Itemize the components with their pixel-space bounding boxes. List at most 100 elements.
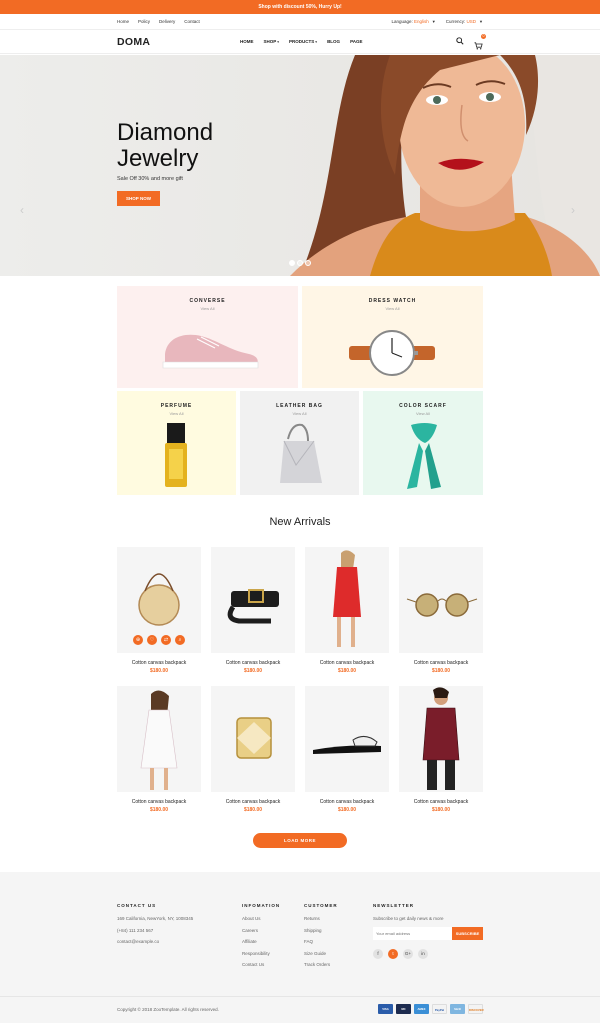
footer-link[interactable]: Returns [304,916,338,928]
contact-phone: (+84) 111 234 567 [117,927,154,933]
top-link-contact[interactable]: Contact [184,14,200,30]
main-nav: HOME SHOP▾ PRODUCTS▾ BLOG PAGE [240,30,362,54]
category-view-all-link[interactable]: View All [363,411,483,416]
category-title: CONVERSE [189,298,226,304]
copyright: Copyright © 2018 ZooTemplate. All rights… [117,1007,219,1012]
product-name[interactable]: Cotton canvas backpack [211,799,295,805]
category-view-all-link[interactable]: View All [117,411,236,416]
hero-title-line2: Jewelry [117,145,199,172]
footer-link[interactable]: Affiliate [242,939,280,951]
category-perfume[interactable]: PERFUME View All [117,391,236,495]
twitter-icon[interactable]: t [388,949,398,959]
product-image[interactable]: ⊕ ♡ ⇄ ⌕ [117,547,201,653]
social-links: f t G+ in [373,949,483,959]
subscribe-button[interactable]: SUBSCRIBE [452,927,483,940]
footer-customer: CUSTOMER Returns Shipping FAQ Size Guide… [304,903,338,974]
shop-now-button[interactable]: SHOP NOW [117,191,160,206]
product-price: $180.00 [149,807,169,813]
new-arrivals-title: New Arrivals [269,516,331,528]
product-name[interactable]: Cotton canvas backpack [117,660,201,666]
facebook-icon[interactable]: f [373,949,383,959]
load-more-button[interactable]: LOAD MORE [253,833,347,848]
footer: CONTACT US 169 California, NewYork, NY, … [0,872,600,1023]
footer-contact-title: CONTACT US [117,903,157,908]
product-image[interactable] [399,547,483,653]
currency-label: Currency: [445,19,466,24]
footer-link[interactable]: Careers [242,928,280,940]
nav-blog[interactable]: BLOG [327,30,340,54]
product-name[interactable]: Cotton canvas backpack [305,660,389,666]
search-icon[interactable] [456,37,464,45]
footer-link[interactable]: Track Orders [304,962,338,974]
footer-link[interactable]: About Us [242,916,280,928]
category-converse[interactable]: CONVERSE View All [117,286,298,388]
logo[interactable]: DOMA [117,36,150,48]
category-color-scarf[interactable]: COLOR SCARF View All [363,391,483,495]
top-link-home[interactable]: Home [117,14,129,30]
footer-customer-title: CUSTOMER [304,903,338,908]
top-link-policy[interactable]: Policy [138,14,150,30]
footer-information-title: INFOMATION [242,903,281,908]
nav-products-label: PRODUCTS [289,39,315,44]
category-view-all-link[interactable]: View All [117,306,298,311]
footer-link[interactable]: Shipping [304,928,338,940]
category-title: PERFUME [160,403,193,409]
product-name[interactable]: Cotton canvas backpack [117,799,201,805]
slider-dot[interactable] [289,260,295,266]
footer-contact: CONTACT US 169 California, NewYork, NY, … [117,903,193,951]
contact-email[interactable]: contact@example.co [117,939,193,951]
product-image[interactable] [211,686,295,792]
nav-shop[interactable]: SHOP▾ [264,30,280,54]
category-view-all-link[interactable]: View All [302,306,483,311]
product-price: $180.00 [337,807,357,813]
footer-newsletter: NEWSLETTER Subscribe to get daily news &… [373,903,483,959]
slider-prev-icon[interactable]: ‹ [20,203,24,217]
google-plus-icon[interactable]: G+ [403,949,413,959]
nav-page[interactable]: PAGE [350,30,362,54]
instagram-icon[interactable]: in [418,949,428,959]
slider-dot[interactable] [297,260,303,266]
category-dress-watch[interactable]: DRESS WATCH View All [302,286,483,388]
product-name[interactable]: Cotton canvas backpack [399,660,483,666]
product-price: $180.00 [243,668,263,674]
product-image[interactable] [117,686,201,792]
perfume-image [165,423,187,487]
language-label: Language: [391,19,413,24]
product-image[interactable] [399,686,483,792]
nav-home[interactable]: HOME [240,30,254,54]
product-image[interactable] [305,686,389,792]
product-image[interactable] [211,547,295,653]
footer-link[interactable]: Size Guide [304,951,338,963]
compare-icon[interactable]: ⇄ [161,635,171,645]
product-name[interactable]: Cotton canvas backpack [399,799,483,805]
footer-link[interactable]: Contact Us [242,962,280,974]
newsletter-email-input[interactable] [373,927,452,940]
footer-link[interactable]: Responsibility [242,951,280,963]
nav-shop-label: SHOP [263,39,277,44]
product-price: $180.00 [243,807,263,813]
product-name[interactable]: Cotton canvas backpack [305,799,389,805]
hero-model-image [0,55,600,276]
quick-view-icon[interactable]: ⌕ [175,635,185,645]
sneaker-image [162,334,259,369]
product-name[interactable]: Cotton canvas backpack [211,660,295,666]
currency-selector[interactable]: Currency: USD ▼ [446,14,483,30]
discover-icon: DISCOVER [468,1004,484,1014]
category-view-all-link[interactable]: View All [240,411,359,416]
slider-next-icon[interactable]: › [571,203,575,217]
visa-icon: VISA [378,1004,393,1014]
product-image[interactable] [305,547,389,653]
chevron-down-icon: ▾ [315,40,318,44]
quick-actions: ⊕ ♡ ⇄ ⌕ [133,635,185,645]
paypal-icon: PayPal [432,1004,447,1014]
cart-button[interactable]: 0 [474,34,486,55]
footer-link[interactable]: FAQ [304,939,338,951]
category-leather-bag[interactable]: LEATHER BAG View All [240,391,359,495]
language-selector[interactable]: Language: English ▼ [391,14,435,30]
add-to-cart-icon[interactable]: ⊕ [133,635,143,645]
wishlist-icon[interactable]: ♡ [147,635,157,645]
main-header: DOMA HOME SHOP▾ PRODUCTS▾ BLOG PAGE 0 [0,30,600,54]
nav-products[interactable]: PRODUCTS▾ [289,30,317,54]
slider-dot[interactable] [305,260,311,266]
top-link-delivery[interactable]: Delivery [159,14,175,30]
